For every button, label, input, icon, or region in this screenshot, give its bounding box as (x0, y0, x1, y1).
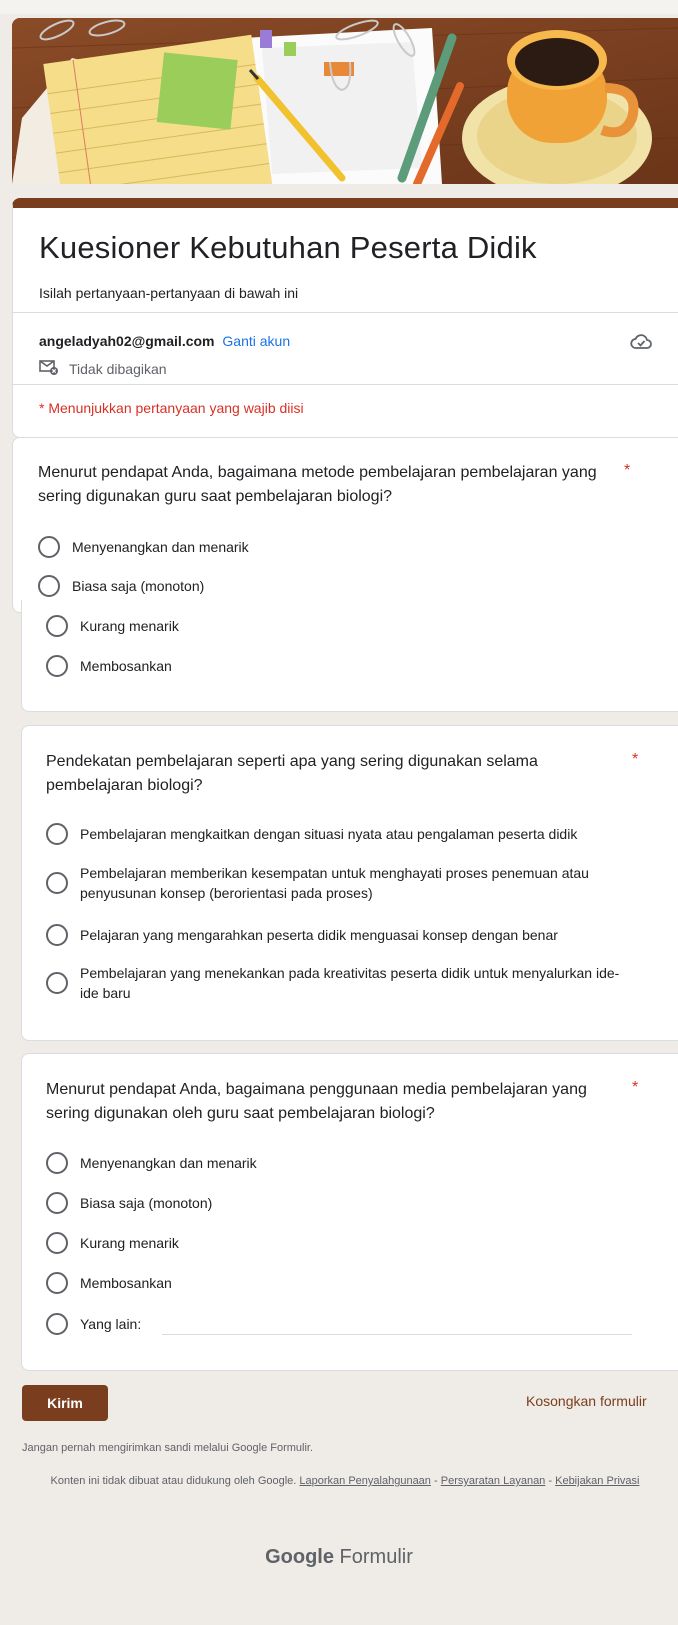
password-warning: Jangan pernah mengirimkan sandi melalui … (22, 1442, 314, 1454)
footer-disclaimer: Konten ini tidak dibuat atau didukung ol… (40, 1474, 650, 1488)
other-text-input[interactable] (162, 1334, 632, 1335)
option-label: Menyenangkan dan menarik (72, 539, 249, 555)
option-label: Pelajaran yang mengarahkan peserta didik… (80, 927, 558, 943)
radio-button[interactable] (46, 615, 68, 637)
option-label: Biasa saja (monoton) (72, 578, 205, 594)
option-label: Membosankan (80, 1275, 172, 1291)
radio-button[interactable] (38, 575, 60, 597)
radio-button[interactable] (46, 1313, 68, 1335)
google-forms-logo[interactable]: Google Formulir (0, 1546, 678, 1569)
clear-form-button[interactable]: Kosongkan formulir (526, 1393, 647, 1409)
account-email: angeladyah02@gmail.com (39, 333, 215, 349)
option-label: Pembelajaran memberikan kesempatan untuk… (80, 865, 589, 901)
form-header-card: Kuesioner Kebutuhan Peserta Didik Isilah… (12, 198, 678, 438)
required-note: * Menunjukkan pertanyaan yang wajib diis… (39, 400, 304, 416)
option-q2-4[interactable]: Pembelajaran yang menekankan pada kreati… (46, 963, 636, 1003)
radio-button[interactable] (46, 1272, 68, 1294)
divider (13, 312, 678, 313)
switch-account-link[interactable]: Ganti akun (222, 333, 290, 349)
radio-button[interactable] (46, 872, 68, 894)
option-q1-4[interactable]: Membosankan (46, 655, 172, 677)
radio-button[interactable] (46, 924, 68, 946)
option-q1-2[interactable]: Biasa saja (monoton) (38, 575, 204, 597)
question-1-text: Menurut pendapat Anda, bagaimana metode … (38, 464, 597, 505)
brand-forms: Formulir (339, 1546, 413, 1568)
terms-link[interactable]: Persyaratan Layanan (441, 1475, 546, 1487)
question-3-text: Menurut pendapat Anda, bagaimana penggun… (46, 1081, 587, 1122)
option-label: Kurang menarik (80, 618, 179, 634)
radio-button[interactable] (46, 1192, 68, 1214)
option-q2-1[interactable]: Pembelajaran mengkaitkan dengan situasi … (46, 823, 636, 845)
option-q3-1[interactable]: Menyenangkan dan menarik (46, 1152, 257, 1174)
disclaimer-text: Konten ini tidak dibuat atau didukung ol… (50, 1475, 297, 1487)
option-q1-1[interactable]: Menyenangkan dan menarik (38, 536, 249, 558)
radio-button[interactable] (38, 536, 60, 558)
privacy-link[interactable]: Kebijakan Privasi (555, 1475, 639, 1487)
option-q3-4[interactable]: Membosankan (46, 1272, 172, 1294)
radio-button[interactable] (46, 972, 68, 994)
option-q3-other[interactable]: Yang lain: (46, 1313, 141, 1335)
not-shared-label: Tidak dibagikan (69, 360, 167, 377)
option-q2-2[interactable]: Pembelajaran memberikan kesempatan untuk… (46, 863, 636, 903)
required-asterisk: * (624, 462, 631, 479)
separator: - (548, 1475, 553, 1487)
option-label: Pembelajaran yang menekankan pada kreati… (80, 965, 620, 1001)
separator: - (434, 1475, 438, 1487)
option-q3-2[interactable]: Biasa saja (monoton) (46, 1192, 212, 1214)
option-q2-3[interactable]: Pelajaran yang mengarahkan peserta didik… (46, 924, 636, 946)
option-label: Kurang menarik (80, 1235, 179, 1251)
divider (13, 384, 678, 385)
option-label: Biasa saja (monoton) (80, 1195, 213, 1211)
not-shared-status: Tidak dibagikan (39, 359, 167, 378)
required-asterisk: * (632, 1079, 639, 1096)
option-label: Yang lain: (80, 1316, 142, 1332)
cloud-saved-icon[interactable] (630, 332, 652, 355)
option-q1-3[interactable]: Kurang menarik (46, 615, 179, 637)
form-title: Kuesioner Kebutuhan Peserta Didik (39, 230, 537, 265)
report-abuse-link[interactable]: Laporkan Penyalahgunaan (299, 1475, 431, 1487)
required-asterisk: * (632, 751, 639, 768)
account-line: angeladyah02@gmail.com Ganti akun (39, 333, 290, 349)
radio-button[interactable] (46, 1232, 68, 1254)
option-label: Pembelajaran mengkaitkan dengan situasi … (80, 826, 578, 842)
header-banner-image (12, 18, 678, 184)
mail-off-icon (39, 359, 59, 378)
top-strip (0, 0, 678, 14)
radio-button[interactable] (46, 1152, 68, 1174)
option-q3-3[interactable]: Kurang menarik (46, 1232, 179, 1254)
option-label: Membosankan (80, 658, 172, 674)
brand-google: Google (265, 1546, 334, 1568)
radio-button[interactable] (46, 655, 68, 677)
question-2-text: Pendekatan pembelajaran seperti apa yang… (46, 753, 538, 794)
radio-button[interactable] (46, 823, 68, 845)
option-label: Menyenangkan dan menarik (80, 1155, 257, 1171)
form-description: Isilah pertanyaan-pertanyaan di bawah in… (39, 285, 299, 301)
submit-button[interactable]: Kirim (22, 1385, 108, 1421)
